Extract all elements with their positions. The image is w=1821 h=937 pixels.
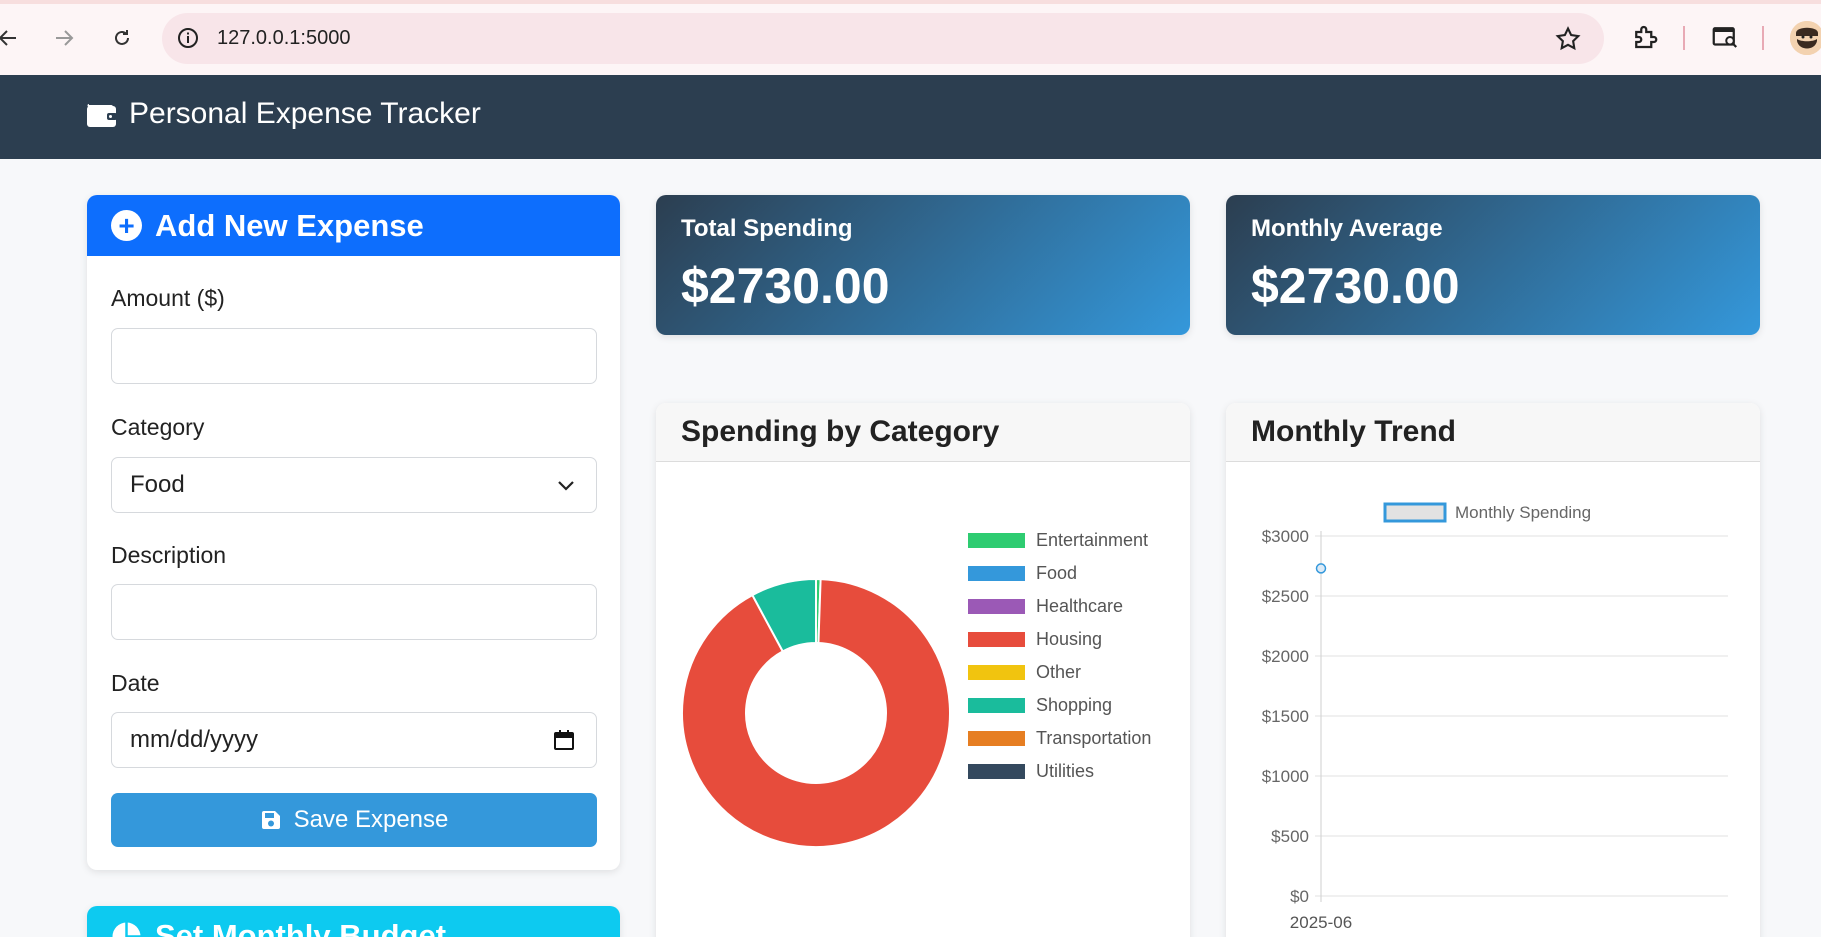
- site-info-icon[interactable]: [176, 26, 200, 50]
- y-tick-label: $3000: [1262, 527, 1309, 546]
- description-input[interactable]: [111, 584, 597, 640]
- tab-search-icon[interactable]: [1710, 22, 1740, 52]
- y-tick-label: $500: [1271, 827, 1309, 846]
- extensions-icon[interactable]: [1630, 22, 1660, 52]
- legend-swatch: [968, 698, 1025, 713]
- legend-label: Shopping: [1036, 695, 1113, 715]
- plus-circle-icon: +: [111, 210, 142, 241]
- amount-label: Amount ($): [111, 285, 225, 311]
- date-input[interactable]: mm/dd/yyyy: [111, 712, 597, 768]
- legend-swatch: [968, 665, 1025, 680]
- calendar-icon[interactable]: [552, 728, 576, 752]
- wallet-icon: [87, 104, 117, 127]
- trend-data-point[interactable]: [1315, 563, 1327, 574]
- category-legend: Entertainment Food Healthcare Housing Other S…: [968, 524, 1151, 788]
- trend-chart-title: Monthly Trend: [1226, 403, 1760, 462]
- back-arrow-icon: [0, 30, 16, 46]
- y-tick-label: $2500: [1262, 587, 1309, 606]
- address-bar[interactable]: 127.0.0.1:5000: [162, 13, 1604, 64]
- legend-label: Transportation: [1036, 728, 1152, 748]
- add-expense-card: + Add New Expense Amount ($) Category Fo…: [87, 195, 620, 870]
- forward-arrow-icon: [56, 30, 74, 46]
- category-chart-card: Spending by Category Entertainment Food He…: [656, 403, 1190, 937]
- reload-button[interactable]: [102, 18, 142, 58]
- legend-swatch: [968, 764, 1025, 779]
- legend-item-food[interactable]: Food: [968, 557, 1151, 590]
- app-title: Personal Expense Tracker: [129, 97, 481, 130]
- monthly-average-card: Monthly Average $2730.00: [1226, 195, 1760, 335]
- legend-label: Healthcare: [1036, 596, 1124, 616]
- url-text: 127.0.0.1:5000: [217, 27, 351, 49]
- trend-legend-swatch: [1383, 502, 1447, 523]
- bookmark-star-icon[interactable]: [1554, 25, 1582, 53]
- add-expense-title: Add New Expense: [155, 207, 424, 243]
- date-placeholder: mm/dd/yyyy: [130, 726, 259, 753]
- legend-swatch: [968, 599, 1025, 614]
- category-chart-title: Spending by Category: [656, 403, 1190, 462]
- floppy-disk-icon: [261, 811, 280, 829]
- app-navbar: Personal Expense Tracker: [0, 75, 1821, 159]
- total-spending-label: Total Spending: [681, 215, 853, 242]
- set-budget-card: Set Monthly Budget: [87, 906, 620, 937]
- y-tick-label: $1000: [1262, 767, 1309, 786]
- trend-legend-label[interactable]: Monthly Spending: [1455, 503, 1591, 522]
- monthly-average-label: Monthly Average: [1251, 215, 1443, 242]
- total-spending-value: $2730.00: [681, 258, 890, 314]
- legend-item-healthcare[interactable]: Healthcare: [968, 590, 1151, 623]
- profile-avatar-icon: [1790, 21, 1821, 55]
- legend-item-utilities[interactable]: Utilities: [968, 755, 1151, 788]
- trend-chart-card: Monthly Trend Monthly Spending $0 $500 $100…: [1226, 403, 1760, 937]
- legend-swatch: [968, 566, 1025, 581]
- legend-item-transportation[interactable]: Transportation: [968, 722, 1151, 755]
- set-budget-header: Set Monthly Budget: [87, 906, 620, 937]
- category-select-value: Food: [130, 471, 185, 498]
- browser-toolbar: 127.0.0.1:5000: [0, 0, 1821, 75]
- trend-line-chart: Monthly Spending $0 $500 $1000 $1500 $2000 $25…: [1262, 502, 1728, 932]
- legend-label: Utilities: [1036, 761, 1095, 781]
- x-tick-label: 2025-06: [1290, 913, 1352, 932]
- back-button[interactable]: [0, 18, 28, 58]
- set-budget-title: Set Monthly Budget: [155, 918, 447, 937]
- y-tick-label: $1500: [1262, 707, 1309, 726]
- forward-button[interactable]: [44, 18, 84, 58]
- add-expense-header: + Add New Expense: [87, 195, 620, 256]
- toolbar-divider: [1683, 26, 1685, 50]
- chevron-down-icon: [558, 481, 574, 491]
- amount-input[interactable]: [111, 328, 597, 384]
- category-label: Category: [111, 414, 205, 440]
- legend-label: Other: [1036, 662, 1082, 682]
- legend-swatch: [968, 632, 1025, 647]
- legend-swatch: [968, 731, 1025, 746]
- y-tick-label: $2000: [1262, 647, 1309, 666]
- monthly-average-value: $2730.00: [1251, 258, 1460, 314]
- legend-item-entertainment[interactable]: Entertainment: [968, 524, 1151, 557]
- pie-chart-icon: [112, 922, 141, 937]
- save-expense-label: Save Expense: [293, 806, 449, 833]
- tab-strip-edge: [0, 0, 1821, 4]
- legend-label: Food: [1036, 563, 1078, 583]
- app-brand[interactable]: Personal Expense Tracker: [86, 97, 481, 131]
- legend-label: Entertainment: [1036, 530, 1149, 550]
- legend-swatch: [968, 533, 1025, 548]
- date-label: Date: [111, 670, 160, 696]
- legend-item-housing[interactable]: Housing: [968, 623, 1151, 656]
- y-tick-label: $0: [1290, 887, 1309, 906]
- reload-icon: [115, 30, 129, 45]
- save-expense-button[interactable]: Save Expense: [111, 793, 597, 847]
- profile-avatar[interactable]: [1790, 21, 1821, 55]
- legend-item-other[interactable]: Other: [968, 656, 1151, 689]
- legend-label: Housing: [1036, 629, 1103, 649]
- toolbar-divider: [1762, 26, 1764, 50]
- category-select[interactable]: Food: [111, 457, 597, 513]
- description-label: Description: [111, 542, 227, 568]
- legend-item-shopping[interactable]: Shopping: [968, 689, 1151, 722]
- total-spending-card: Total Spending $2730.00: [656, 195, 1190, 335]
